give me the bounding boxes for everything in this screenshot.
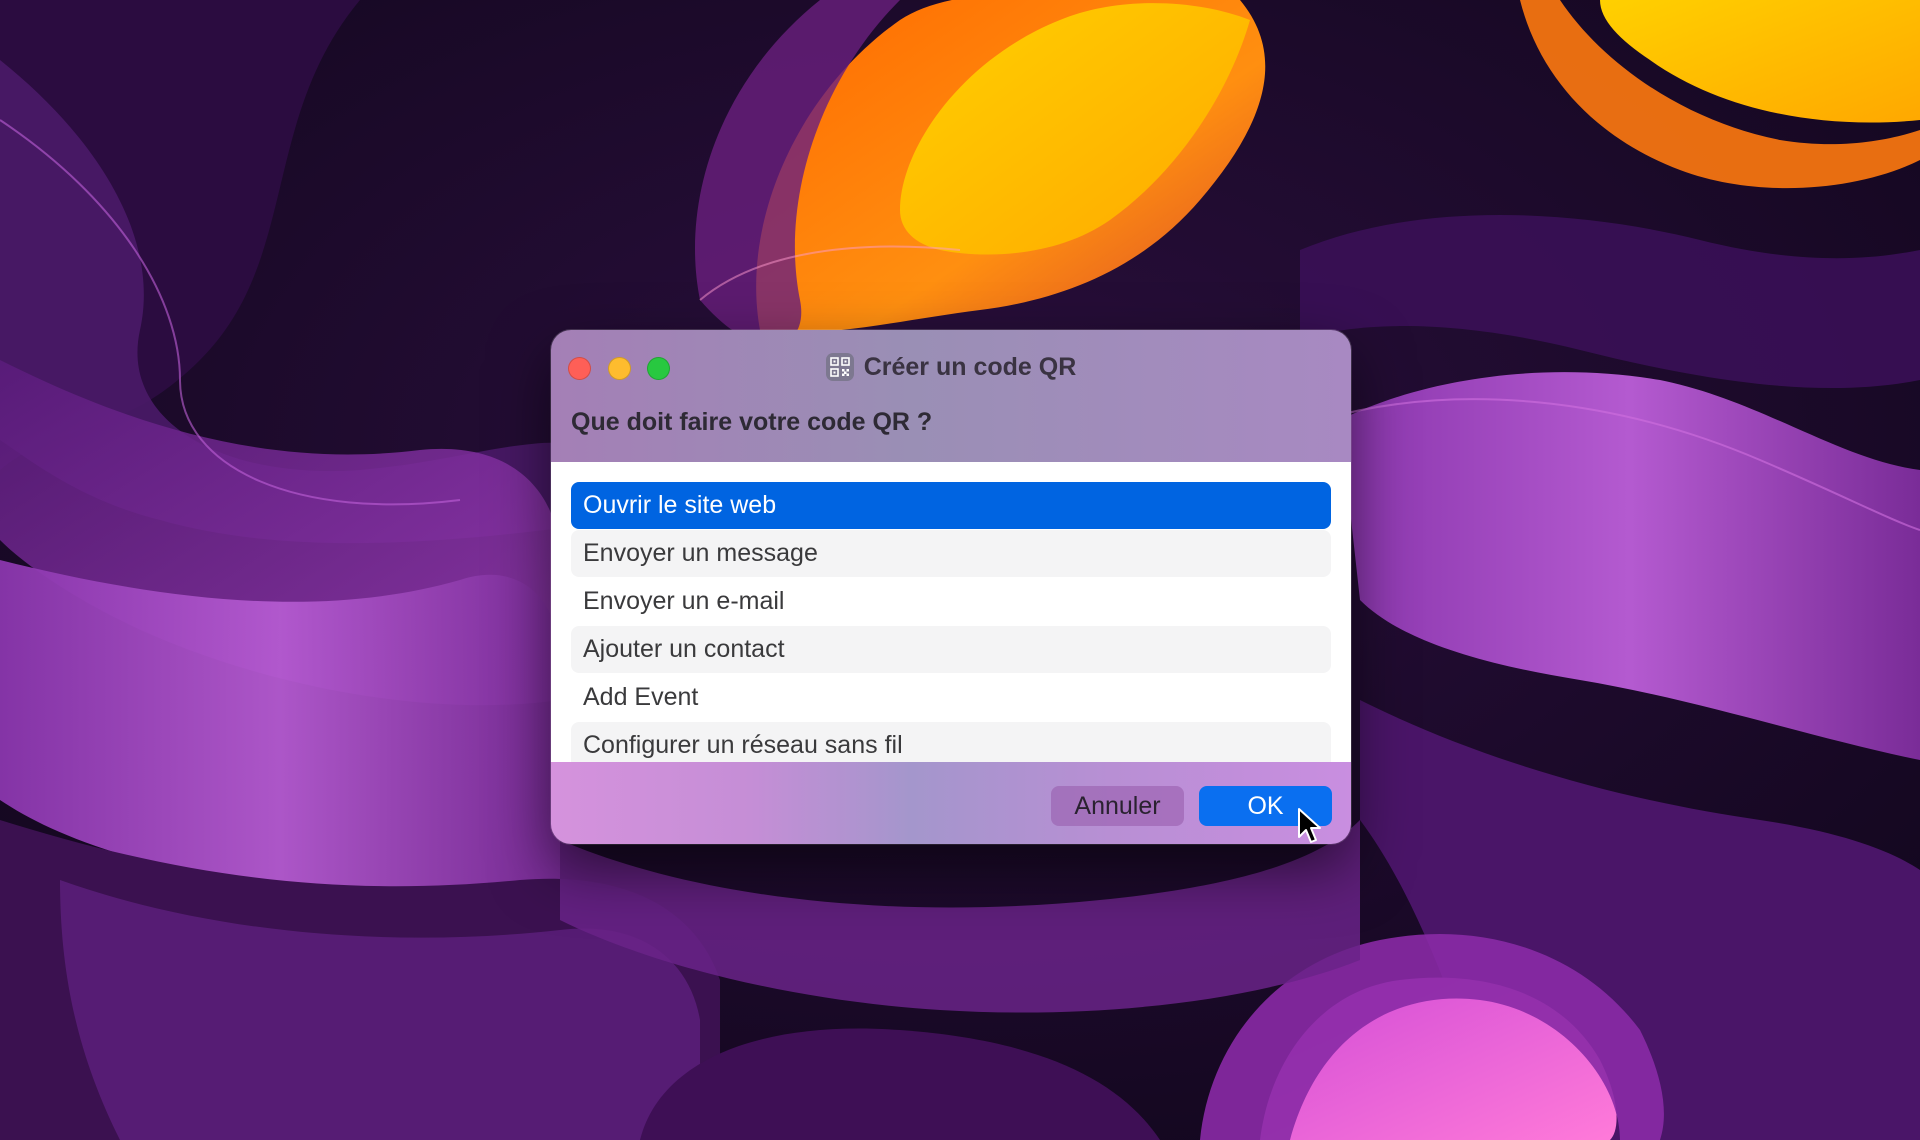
dialog-prompt: Que doit faire votre code QR ? xyxy=(571,408,933,436)
dialog-footer: Annuler OK xyxy=(551,762,1351,844)
create-qr-dialog: Créer un code QR Que doit faire votre co… xyxy=(551,330,1351,844)
list-item-send-email[interactable]: Envoyer un e-mail xyxy=(571,578,1331,625)
mouse-pointer-icon xyxy=(1298,808,1321,843)
action-list[interactable]: Ouvrir le site web Envoyer un message En… xyxy=(551,462,1351,763)
list-item-add-event[interactable]: Add Event xyxy=(571,674,1331,721)
list-item-add-contact[interactable]: Ajouter un contact xyxy=(571,626,1331,673)
window-title: Créer un code QR xyxy=(863,352,1077,381)
dialog-header: Créer un code QR Que doit faire votre co… xyxy=(551,330,1351,462)
list-item-configure-wifi[interactable]: Configurer un réseau sans fil xyxy=(571,722,1331,762)
qr-code-icon xyxy=(825,353,854,381)
list-item-send-message[interactable]: Envoyer un message xyxy=(571,530,1331,577)
cancel-button[interactable]: Annuler xyxy=(1051,786,1184,826)
window-title-bar: Créer un code QR xyxy=(551,350,1351,384)
list-item-open-website[interactable]: Ouvrir le site web xyxy=(571,482,1331,529)
